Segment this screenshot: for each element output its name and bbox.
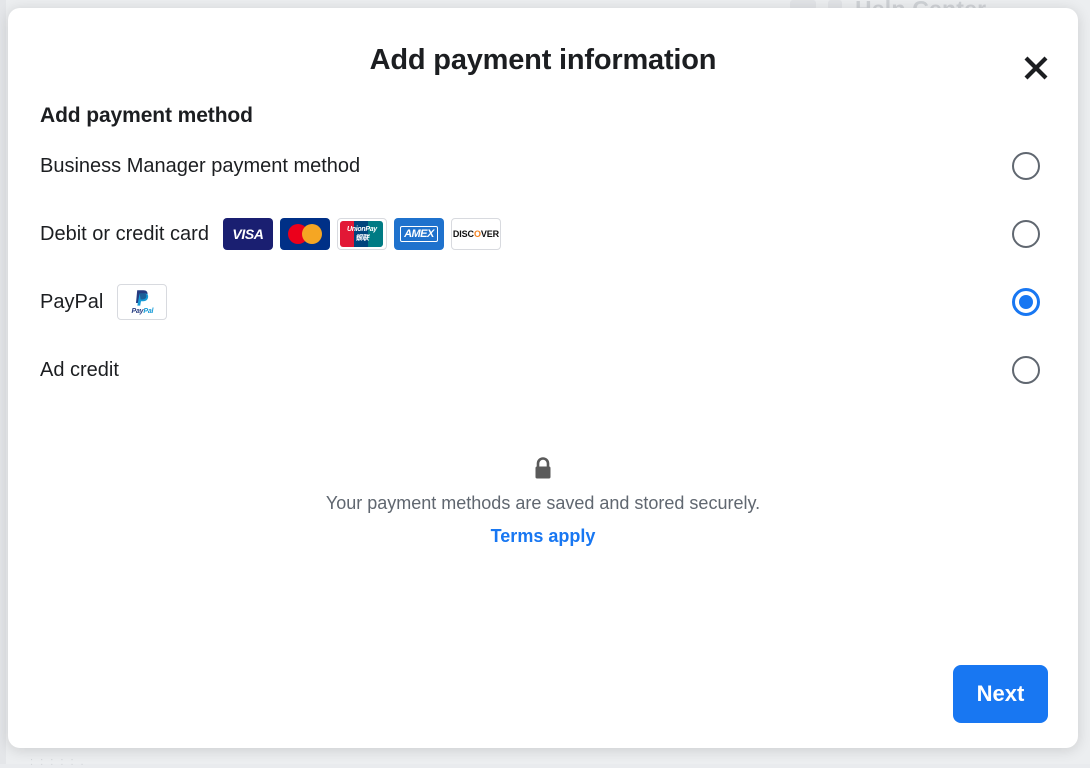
paypal-icon: PayPal	[117, 284, 168, 320]
section-heading: Add payment method	[40, 104, 253, 127]
radio-debit-credit-card[interactable]	[1012, 220, 1040, 248]
dialog-header: Add payment information	[8, 8, 1078, 104]
discover-wordmark: DISCOVER	[452, 229, 500, 239]
next-button[interactable]: Next	[953, 665, 1048, 723]
payment-option-paypal[interactable]: PayPal PayPal	[40, 268, 1046, 336]
background-left-strip	[0, 0, 6, 764]
secure-note: Your payment methods are saved and store…	[40, 456, 1046, 547]
dialog-footer: Next	[953, 665, 1048, 723]
discover-icon: DISCOVER	[450, 218, 501, 250]
close-icon	[1021, 53, 1051, 83]
amex-icon: AMEX	[393, 218, 444, 250]
amex-box: AMEX	[400, 226, 438, 242]
add-payment-information-dialog: Add payment information Add payment meth…	[8, 8, 1078, 748]
close-button[interactable]	[1016, 48, 1056, 88]
lock-icon	[40, 456, 1046, 487]
payment-option-label: Ad credit	[40, 358, 119, 381]
dialog-body: Add payment method Business Manager paym…	[8, 104, 1078, 547]
payment-option-label: Business Manager payment method	[40, 154, 361, 177]
payment-option-label: Debit or credit card	[40, 222, 209, 245]
payment-option-label: PayPal	[40, 290, 104, 313]
payment-option-ad-credit[interactable]: Ad credit	[40, 336, 1046, 404]
visa-icon: VISA	[222, 218, 273, 250]
unionpay-bands: UnionPay 银联	[339, 221, 384, 247]
background-bottom-hint: : : : : : .	[30, 756, 86, 768]
payment-option-business-manager[interactable]: Business Manager payment method	[40, 132, 1046, 200]
page-title: Add payment information	[369, 44, 717, 76]
card-brand-logos: VISA UnionPay 银联 AMEX DISCOVER	[222, 218, 501, 250]
terms-apply-link[interactable]: Terms apply	[491, 526, 596, 547]
secure-text: Your payment methods are saved and store…	[325, 493, 761, 513]
paypal-wordmark: PayPal	[131, 308, 154, 315]
payment-option-debit-credit-card[interactable]: Debit or credit card VISA UnionPay 银联 AM…	[40, 200, 1046, 268]
paypal-logo-group: PayPal	[117, 284, 168, 320]
radio-business-manager[interactable]	[1012, 152, 1040, 180]
paypal-monogram	[134, 289, 151, 307]
radio-paypal[interactable]	[1012, 288, 1040, 316]
radio-ad-credit[interactable]	[1012, 356, 1040, 384]
unionpay-icon: UnionPay 银联	[336, 218, 387, 250]
mastercard-icon	[279, 218, 330, 250]
mastercard-circles	[287, 224, 322, 244]
